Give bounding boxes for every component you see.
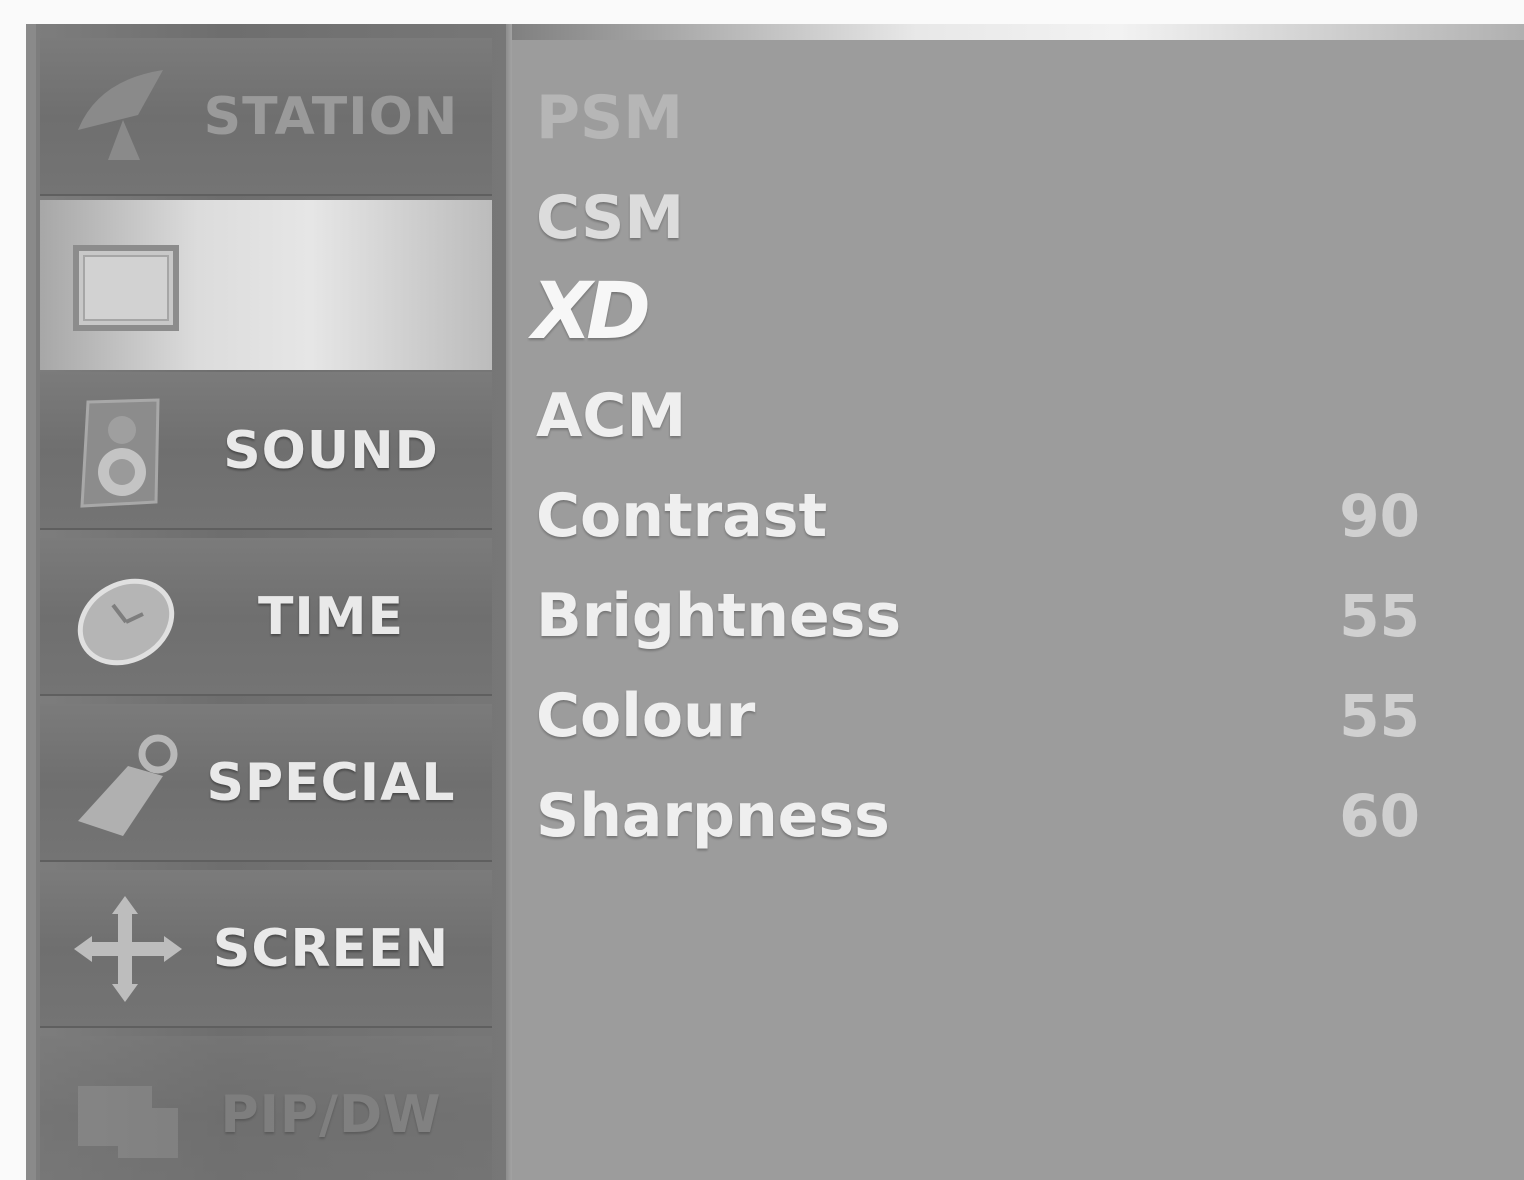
satellite-dish-icon bbox=[78, 70, 163, 160]
setting-label: PSM bbox=[536, 83, 683, 153]
menu-tab-sound[interactable]: SOUND bbox=[40, 372, 492, 530]
xd-logo-label: XD bbox=[532, 267, 651, 357]
pip-window-icon bbox=[78, 1086, 178, 1158]
setting-label: Colour bbox=[536, 681, 756, 751]
setting-value: 55 bbox=[1339, 682, 1420, 750]
menu-tab-time[interactable]: TIME bbox=[40, 538, 492, 696]
setting-contrast[interactable]: Contrast 90 bbox=[536, 466, 1436, 566]
menu-tab-label: STATION bbox=[203, 87, 459, 147]
menu-tab-label bbox=[190, 200, 472, 370]
menu-tab-screen[interactable]: SCREEN bbox=[40, 870, 492, 1028]
setting-label: ACM bbox=[536, 381, 687, 451]
menu-tab-label: SOUND bbox=[223, 421, 439, 481]
panel-top-highlight bbox=[512, 24, 1524, 40]
setting-xd[interactable]: XD bbox=[532, 262, 1432, 362]
setting-brightness[interactable]: Brightness 55 bbox=[536, 566, 1436, 666]
menu-tab-picture[interactable] bbox=[40, 200, 492, 370]
picture-settings-panel: PSM CSM XD ACM Contrast 90 Brightness 55… bbox=[512, 40, 1524, 1180]
setting-colour[interactable]: Colour 55 bbox=[536, 666, 1436, 766]
setting-label: Brightness bbox=[536, 581, 902, 651]
menu-tab-station[interactable]: STATION bbox=[40, 38, 492, 196]
tag-icon bbox=[78, 734, 178, 836]
setting-sharpness[interactable]: Sharpness 60 bbox=[536, 766, 1436, 866]
tv-osd-menu: STATION SOUND TIME SPECIAL SCREEN PIP/DW… bbox=[26, 24, 1524, 1180]
setting-label: CSM bbox=[536, 183, 685, 253]
setting-acm[interactable]: ACM bbox=[536, 366, 1436, 466]
setting-value: 55 bbox=[1339, 582, 1420, 650]
setting-psm[interactable]: PSM bbox=[536, 68, 1436, 168]
menu-tab-label: SPECIAL bbox=[206, 753, 456, 813]
setting-csm[interactable]: CSM bbox=[536, 168, 1436, 268]
menu-tab-special[interactable]: SPECIAL bbox=[40, 704, 492, 862]
picture-frame-icon bbox=[73, 245, 179, 331]
clock-icon bbox=[77, 578, 175, 666]
menu-tab-label: SCREEN bbox=[212, 919, 450, 979]
move-arrows-icon bbox=[74, 896, 182, 1002]
setting-label: Sharpness bbox=[536, 781, 890, 851]
setting-value: 60 bbox=[1339, 782, 1420, 850]
setting-value: 90 bbox=[1339, 482, 1420, 550]
menu-tab-pip-dw[interactable]: PIP/DW bbox=[40, 1036, 492, 1180]
setting-label: Contrast bbox=[536, 481, 828, 551]
menu-tab-label: TIME bbox=[257, 587, 405, 647]
menu-tab-label: PIP/DW bbox=[220, 1085, 442, 1145]
speaker-icon bbox=[80, 398, 160, 508]
